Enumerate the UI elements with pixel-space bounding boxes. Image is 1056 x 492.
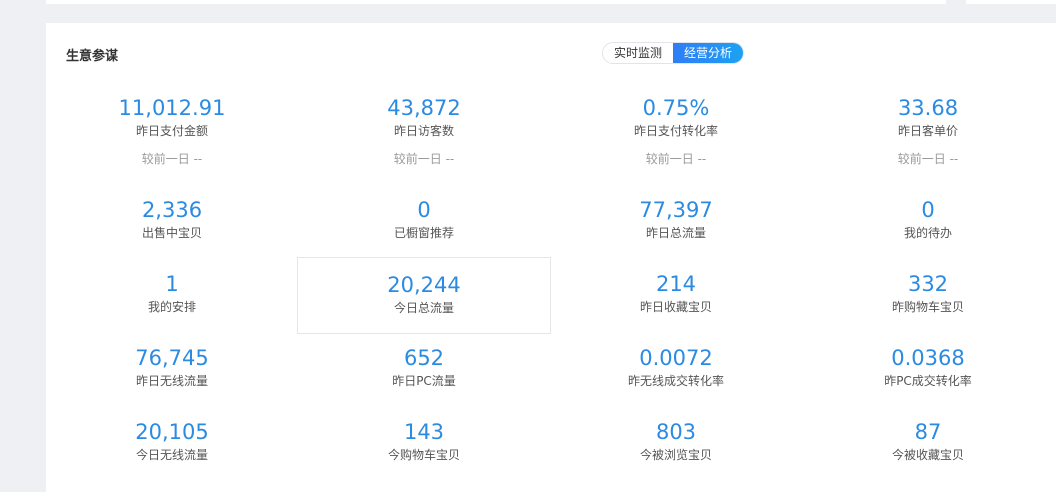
metric-value: 143 <box>403 420 445 444</box>
metric-today-viewed-items[interactable]: 803 今被浏览宝贝 <box>550 419 802 463</box>
metric-label: 昨无线成交转化率 <box>627 374 724 388</box>
metric-yesterday-conversion[interactable]: 0.75% 昨日支付转化率 较前一日 -- <box>550 95 802 167</box>
metric-value: 33.68 <box>897 96 959 120</box>
metric-value: 803 <box>655 420 697 444</box>
metric-yesterday-mobile-conversion[interactable]: 0.0072 昨无线成交转化率 <box>550 345 802 389</box>
metric-value: 652 <box>403 346 445 370</box>
metric-label: 昨日无线流量 <box>135 374 208 388</box>
metric-value: 0 <box>417 198 431 222</box>
metric-compare: 较前一日 -- <box>897 152 959 166</box>
metric-value: 11,012.91 <box>118 96 226 120</box>
metrics-grid: 11,012.91 昨日支付金额 较前一日 -- 43,872 昨日访客数 较前… <box>46 23 1056 492</box>
metric-value: 0.0368 <box>891 346 965 370</box>
metric-compare: 较前一日 -- <box>141 152 203 166</box>
metric-compare: 较前一日 -- <box>393 152 455 166</box>
metric-label: 今被收藏宝贝 <box>891 448 964 462</box>
metric-label: 昨日总流量 <box>645 226 706 240</box>
metric-yesterday-pc-traffic[interactable]: 652 昨日PC流量 <box>298 345 550 389</box>
metric-value: 0.0072 <box>639 346 713 370</box>
metric-yesterday-mobile-traffic[interactable]: 76,745 昨日无线流量 <box>46 345 298 389</box>
metric-label: 今日无线流量 <box>135 448 208 462</box>
metric-today-mobile-traffic[interactable]: 20,105 今日无线流量 <box>46 419 298 463</box>
metric-yesterday-favorited-items[interactable]: 214 昨日收藏宝贝 <box>550 271 802 315</box>
metric-compare: 较前一日 -- <box>645 152 707 166</box>
metric-today-total-traffic[interactable]: 20,244 今日总流量 <box>297 257 551 334</box>
metric-label: 出售中宝贝 <box>141 226 202 240</box>
metric-value: 2,336 <box>141 198 203 222</box>
metric-today-favorited-items[interactable]: 87 今被收藏宝贝 <box>802 419 1054 463</box>
metric-yesterday-unit-price[interactable]: 33.68 昨日客单价 较前一日 -- <box>802 95 1054 167</box>
metric-label: 今购物车宝贝 <box>387 448 460 462</box>
metric-label: 我的待办 <box>903 226 952 240</box>
metric-label: 昨日PC流量 <box>392 374 456 388</box>
metric-label: 昨日支付转化率 <box>633 124 718 138</box>
metric-yesterday-visitors[interactable]: 43,872 昨日访客数 较前一日 -- <box>298 95 550 167</box>
metric-label: 昨购物车宝贝 <box>891 300 964 314</box>
metric-my-schedule[interactable]: 1 我的安排 <box>46 271 298 315</box>
top-card-right <box>966 0 1056 4</box>
metric-value: 0.75% <box>642 96 710 120</box>
metric-value: 1 <box>165 272 179 296</box>
metric-value: 77,397 <box>639 198 713 222</box>
metric-label: 昨日访客数 <box>393 124 454 138</box>
metric-value: 20,105 <box>135 420 209 444</box>
business-advisor-panel: 生意参谋 实时监测 经营分析 11,012.91 昨日支付金额 较前一日 -- … <box>46 23 1056 492</box>
metric-value: 20,244 <box>387 273 461 297</box>
metric-label: 昨日收藏宝贝 <box>639 300 712 314</box>
metric-value: 214 <box>655 272 697 296</box>
metric-label: 今日总流量 <box>393 301 454 315</box>
metric-label: 已橱窗推荐 <box>393 226 454 240</box>
metric-label: 我的安排 <box>147 300 196 314</box>
metric-label: 昨日客单价 <box>897 124 958 138</box>
metric-label: 今被浏览宝贝 <box>639 448 712 462</box>
metric-yesterday-payment[interactable]: 11,012.91 昨日支付金额 较前一日 -- <box>46 95 298 167</box>
metric-label: 昨PC成交转化率 <box>884 374 972 388</box>
metric-items-on-sale[interactable]: 2,336 出售中宝贝 <box>46 197 298 241</box>
metric-label: 昨日支付金额 <box>135 124 208 138</box>
metric-value: 87 <box>914 420 942 444</box>
metric-value: 43,872 <box>387 96 461 120</box>
metric-today-cart-items[interactable]: 143 今购物车宝贝 <box>298 419 550 463</box>
metric-value: 0 <box>921 198 935 222</box>
top-card-left <box>46 0 946 4</box>
metric-my-todo[interactable]: 0 我的待办 <box>802 197 1054 241</box>
metric-yesterday-total-traffic[interactable]: 77,397 昨日总流量 <box>550 197 802 241</box>
metric-value: 332 <box>907 272 949 296</box>
metric-yesterday-cart-items[interactable]: 332 昨购物车宝贝 <box>802 271 1054 315</box>
metric-window-recommended[interactable]: 0 已橱窗推荐 <box>298 197 550 241</box>
metric-yesterday-pc-conversion[interactable]: 0.0368 昨PC成交转化率 <box>802 345 1054 389</box>
metric-value: 76,745 <box>135 346 209 370</box>
